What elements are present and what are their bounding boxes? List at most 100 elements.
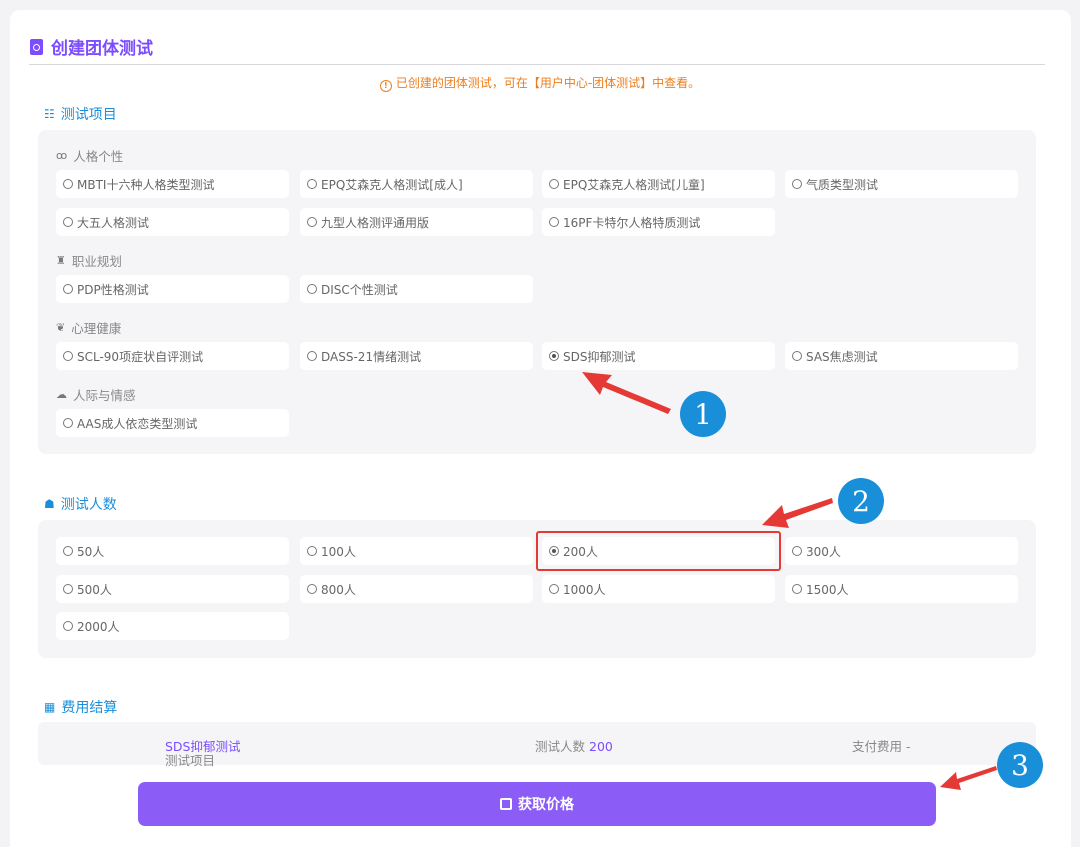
document-icon — [30, 38, 43, 55]
radio-icon[interactable] — [792, 584, 802, 594]
group-relationships: ☁ 人际与情感 — [56, 385, 136, 404]
radio-icon[interactable] — [792, 179, 802, 189]
info-circle-icon: ! — [379, 80, 392, 92]
count-800[interactable]: 800人 — [300, 575, 533, 603]
count-500[interactable]: 500人 — [56, 575, 289, 603]
group-career: ♜ 职业规划 — [56, 251, 122, 270]
get-price-button[interactable]: 获取价格 — [138, 782, 936, 826]
option-label: AAS成人依恋类型测试 — [77, 416, 198, 431]
radio-icon[interactable] — [792, 351, 802, 361]
summary-item-label: 测试项目 — [165, 753, 216, 768]
count-100[interactable]: 100人 — [300, 537, 533, 565]
option-disc[interactable]: DISC个性测试 — [300, 275, 533, 303]
count-300[interactable]: 300人 — [785, 537, 1018, 565]
option-epq-adult[interactable]: EPQ艾森克人格测试[成人] — [300, 170, 533, 198]
group-personality: ꝏ 人格个性 — [56, 146, 123, 165]
count-2000[interactable]: 2000人 — [56, 612, 289, 640]
group-mental-health: ❦ 心理健康 — [56, 318, 121, 337]
radio-icon[interactable] — [63, 584, 73, 594]
count-label: 500人 — [77, 582, 112, 597]
option-epq-child[interactable]: EPQ艾森克人格测试[儿童] — [542, 170, 775, 198]
count-1000[interactable]: 1000人 — [542, 575, 775, 603]
summary-count-value: 200 — [589, 739, 613, 754]
option-enneagram[interactable]: 九型人格测评通用版 — [300, 208, 533, 236]
option-16pf[interactable]: 16PF卡特尔人格特质测试 — [542, 208, 775, 236]
option-big-five[interactable]: 大五人格测试 — [56, 208, 289, 236]
page-title: 创建团体测试 — [30, 34, 153, 59]
radio-icon[interactable] — [63, 621, 73, 631]
option-pdp[interactable]: PDP性格测试 — [56, 275, 289, 303]
radio-icon[interactable] — [307, 351, 317, 361]
radio-icon[interactable] — [63, 546, 73, 556]
get-price-label: 获取价格 — [518, 797, 574, 813]
radio-icon[interactable] — [63, 179, 73, 189]
option-label: SCL-90项症状自评测试 — [77, 349, 204, 364]
summary-count-label: 测试人数 — [535, 739, 586, 754]
radio-icon[interactable] — [63, 217, 73, 227]
radio-icon[interactable] — [307, 179, 317, 189]
option-label: SDS抑郁测试 — [563, 349, 636, 364]
radio-icon[interactable] — [63, 418, 73, 428]
option-sas[interactable]: SAS焦虑测试 — [785, 342, 1018, 370]
price-tag-icon — [500, 798, 512, 810]
count-label: 2000人 — [77, 619, 120, 634]
radio-icon[interactable] — [63, 284, 73, 294]
radio-icon[interactable] — [792, 546, 802, 556]
fee-summary: 测试项目 SDS抑郁测试 测试人数 200 支付费用 - — [38, 722, 1036, 768]
count-label: 100人 — [321, 544, 356, 559]
radio-icon[interactable] — [307, 584, 317, 594]
title-divider — [29, 64, 1045, 65]
count-label: 1000人 — [563, 582, 606, 597]
annotation-badge-2: 2 — [838, 478, 884, 524]
section-test-items: ☷ 测试项目 — [44, 104, 117, 124]
list-icon: ☷ — [44, 107, 55, 121]
option-label: 大五人格测试 — [77, 215, 150, 230]
count-label: 1500人 — [806, 582, 849, 597]
option-label: EPQ艾森克人格测试[成人] — [321, 177, 463, 192]
radio-icon[interactable] — [307, 546, 317, 556]
summary-fee-label: 支付费用 — [852, 739, 903, 754]
summary-count: 测试人数 200 — [535, 736, 613, 755]
page-title-text: 创建团体测试 — [51, 39, 153, 59]
option-label: 16PF卡特尔人格特质测试 — [563, 215, 701, 230]
tie-icon: ♜ — [56, 254, 66, 267]
radio-icon[interactable] — [549, 584, 559, 594]
radio-selected-icon[interactable] — [549, 351, 559, 361]
option-label: MBTI十六种人格类型测试 — [77, 177, 215, 192]
radio-icon[interactable] — [549, 179, 559, 189]
option-mbti[interactable]: MBTI十六种人格类型测试 — [56, 170, 289, 198]
section-fee: ▦ 费用结算 — [44, 697, 117, 717]
grid-icon: ▦ — [44, 700, 56, 714]
option-aas[interactable]: AAS成人依恋类型测试 — [56, 409, 289, 437]
section-test-count: ☗ 测试人数 — [44, 494, 117, 514]
annotation-badge-3: 3 — [997, 742, 1043, 788]
radio-icon[interactable] — [307, 217, 317, 227]
option-temperament[interactable]: 气质类型测试 — [785, 170, 1018, 198]
option-label: EPQ艾森克人格测试[儿童] — [563, 177, 705, 192]
group-mental-health-label: 心理健康 — [71, 321, 122, 336]
summary-fee: 支付费用 - — [852, 736, 911, 755]
radio-icon[interactable] — [307, 284, 317, 294]
annotation-badge-1: 1 — [680, 391, 726, 437]
option-label: 九型人格测评通用版 — [321, 215, 430, 230]
option-label: 气质类型测试 — [806, 177, 879, 192]
count-50[interactable]: 50人 — [56, 537, 289, 565]
option-label: DASS-21情绪测试 — [321, 349, 422, 364]
group-career-label: 职业规划 — [71, 254, 122, 269]
summary-fee-value: - — [906, 739, 911, 754]
group-personality-label: 人格个性 — [73, 149, 124, 164]
group-relationships-label: 人际与情感 — [73, 388, 136, 403]
section-test-items-label: 测试项目 — [60, 107, 117, 123]
count-label: 50人 — [77, 544, 105, 559]
annotation-highlight-box — [536, 531, 781, 571]
option-sds[interactable]: SDS抑郁测试 — [542, 342, 775, 370]
radio-icon[interactable] — [549, 217, 559, 227]
option-scl90[interactable]: SCL-90项症状自评测试 — [56, 342, 289, 370]
heart-hand-icon: ❦ — [56, 321, 66, 334]
option-dass21[interactable]: DASS-21情绪测试 — [300, 342, 533, 370]
count-1500[interactable]: 1500人 — [785, 575, 1018, 603]
notice-banner: ! 已创建的团体测试，可在【用户中心-团体测试】中查看。 — [0, 74, 1080, 92]
option-label: DISC个性测试 — [321, 282, 398, 297]
radio-icon[interactable] — [63, 351, 73, 361]
users-icon: ☗ — [44, 497, 55, 511]
